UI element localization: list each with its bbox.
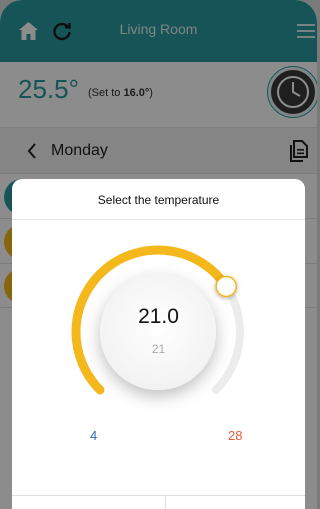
dial-handle [215,275,237,298]
temperature-dial[interactable] [12,179,305,479]
cancel-button[interactable] [12,496,165,509]
app-screen: Living Room 25.5° (Set to 16.0°) Monday [0,0,317,509]
max-temperature-label: 28 [228,428,243,443]
min-temperature-label: 4 [90,428,98,443]
ok-button[interactable] [166,496,305,509]
dial-knob [100,274,216,390]
temperature-dialog: Select the temperature 21.0 21 4 28 [12,179,305,509]
selected-temperature: 21.0 [138,305,179,328]
selected-temperature-rounded: 21 [151,342,166,356]
